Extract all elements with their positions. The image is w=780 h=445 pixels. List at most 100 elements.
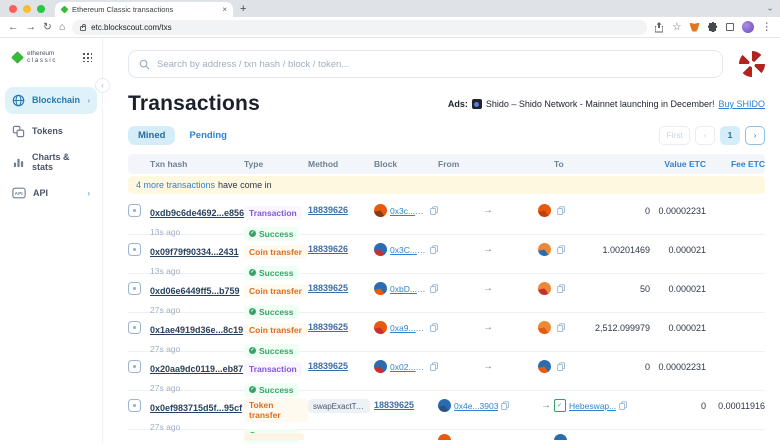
from-address[interactable]: 0x4e...3903 [438, 398, 538, 412]
sidebar-collapse-button[interactable]: ‹ [95, 78, 110, 93]
table-row[interactable]: 0x1ae4919d36e...8c1927s ago Coin transfe… [128, 313, 765, 352]
profile-avatar[interactable] [742, 21, 754, 33]
transaction-doc-icon [128, 282, 141, 295]
to-avatar [538, 204, 551, 217]
to-address[interactable]: 0xEB...6e7E [538, 281, 554, 295]
pagination-first-button[interactable]: First [659, 126, 690, 145]
txn-age: 27s ago [150, 344, 244, 354]
search-bar[interactable] [128, 50, 723, 78]
copy-icon[interactable] [430, 284, 438, 293]
to-avatar [538, 321, 551, 334]
block-link[interactable]: 18839625 [308, 359, 374, 371]
txn-age: 27s ago [150, 383, 244, 393]
new-transactions-banner: 4 more transactions have come in [128, 176, 765, 194]
browser-tab[interactable]: Ethereum Classic transactions × [55, 2, 233, 17]
pagination-current-page[interactable]: 1 [720, 126, 740, 145]
type-badge: Token transfer [244, 398, 308, 422]
block-link[interactable]: 18839625 [308, 281, 374, 293]
from-address[interactable]: 0xa9...893b [374, 320, 438, 334]
side-panel-icon[interactable] [726, 23, 734, 31]
table-row[interactable]: 0xd06e6449ff5...b75927s ago Coin transfe… [128, 274, 765, 313]
tab-pending[interactable]: Pending [179, 126, 236, 145]
col-block: Block [374, 159, 438, 169]
txn-hash-link[interactable]: 0x20aa9dc0119...eb87 [150, 364, 243, 374]
from-address[interactable]: 0x02...C1b5 [374, 359, 438, 373]
block-link[interactable]: 18839626 [308, 203, 374, 215]
copy-icon[interactable] [501, 401, 509, 410]
pagination-next-button[interactable]: › [745, 126, 765, 145]
value-cell: 0 [554, 359, 650, 372]
table-row[interactable]: 0x0ef983715d5f...95cf27s ago Token trans… [128, 391, 765, 430]
tab-overflow-chevron-icon[interactable]: › [766, 8, 775, 11]
logo-text: ethereum classic [27, 51, 83, 65]
arrow-right-icon: → [438, 281, 538, 294]
to-address[interactable]: 0x57...6b21 [538, 242, 554, 256]
network-switcher-grid-icon[interactable] [83, 53, 92, 62]
close-window-button[interactable] [9, 5, 17, 13]
search-input[interactable] [157, 59, 712, 70]
to-avatar [554, 434, 567, 440]
to-address[interactable]: 0x57...6b21 [538, 320, 554, 334]
toolbar-icons: ☆ ⋮ [654, 21, 772, 33]
txn-hash-link[interactable]: 0x0ef983715d5f...95cf [150, 403, 242, 413]
to-avatar [538, 243, 551, 256]
table-row[interactable]: 0x09f79f90334...243113s ago Coin transfe… [128, 235, 765, 274]
to-address[interactable]: 0x3c...2695 [538, 203, 554, 217]
forward-icon[interactable]: → [26, 22, 37, 33]
txn-age: 13s ago [150, 227, 244, 237]
from-address[interactable]: 0x3c...2695 [374, 203, 438, 217]
status-badge: ✓Success [244, 266, 299, 280]
extensions-puzzle-icon[interactable] [708, 22, 718, 32]
block-link[interactable]: 18839626 [308, 242, 374, 254]
txn-hash-link[interactable]: 0xd06e6449ff5...b759 [150, 286, 240, 296]
reload-icon[interactable]: ↻ [43, 22, 52, 33]
sidebar-item-api[interactable]: API API › [5, 180, 97, 207]
table-row[interactable]: 0xdb9c6de4692...e85613s ago Transaction✓… [128, 196, 765, 235]
sidebar-item-blockchain[interactable]: Blockchain › [5, 87, 97, 114]
home-icon[interactable]: ⌂ [59, 22, 65, 33]
txn-hash-link[interactable]: 0x09f79f90334...2431 [150, 247, 239, 257]
lock-icon[interactable] [80, 26, 86, 31]
sidebar-item-label: API [33, 188, 48, 198]
back-icon[interactable]: ← [8, 22, 19, 33]
from-avatar [374, 204, 387, 217]
success-check-icon: ✓ [249, 347, 256, 354]
ads-link[interactable]: Buy SHIDO [718, 99, 765, 109]
fee-cell: 0.00002231 [650, 359, 706, 372]
share-icon[interactable] [654, 22, 664, 33]
new-tab-button[interactable]: + [240, 3, 246, 15]
success-check-icon: ✓ [249, 230, 256, 237]
txn-hash-link[interactable]: 0xdb9c6de4692...e856 [150, 208, 244, 218]
copy-icon[interactable] [430, 323, 438, 332]
copy-icon[interactable] [430, 245, 438, 254]
tab-mined[interactable]: Mined [128, 126, 175, 145]
address-bar[interactable]: etc.blockscout.com/txs [72, 20, 647, 35]
from-address[interactable]: 0x3C...e4A9 [374, 242, 438, 256]
copy-icon[interactable] [430, 362, 438, 371]
copy-icon[interactable] [619, 401, 627, 410]
from-address[interactable]: 0xbD...8DbE [374, 281, 438, 295]
col-fee-sort[interactable]: Fee ETC [706, 159, 765, 169]
globe-icon [12, 94, 25, 107]
pagination-prev-button[interactable]: ‹ [695, 126, 715, 145]
copy-icon[interactable] [430, 206, 438, 215]
chevron-right-icon: › [87, 96, 90, 105]
col-value-sort[interactable]: Value ETC [650, 159, 706, 169]
block-link[interactable]: 18839625 [308, 320, 374, 332]
to-address[interactable]: 0x02...C1b5 [538, 359, 554, 373]
sidebar-item-tokens[interactable]: Tokens [5, 118, 97, 145]
sidebar-item-charts-stats[interactable]: Charts & stats [5, 149, 97, 176]
browser-menu-kebab-icon[interactable]: ⋮ [762, 22, 773, 33]
metamask-extension-icon[interactable] [690, 23, 700, 32]
bookmark-star-icon[interactable]: ☆ [672, 22, 681, 33]
new-transactions-link[interactable]: 4 more transactions [136, 180, 215, 190]
txn-hash-link[interactable]: 0x1ae4919d36e...8c19 [150, 325, 243, 335]
value-cell: 0 [554, 203, 650, 216]
close-tab-icon[interactable]: × [222, 6, 227, 14]
to-address[interactable]: Hebeswap... [554, 398, 650, 412]
table-row[interactable]: 0x20aa9dc0119...eb8727s ago Transaction✓… [128, 352, 765, 391]
minimize-window-button[interactable] [23, 5, 31, 13]
zoom-window-button[interactable] [37, 5, 45, 13]
account-identicon[interactable] [739, 51, 765, 77]
block-link[interactable]: 18839625 [374, 398, 438, 410]
